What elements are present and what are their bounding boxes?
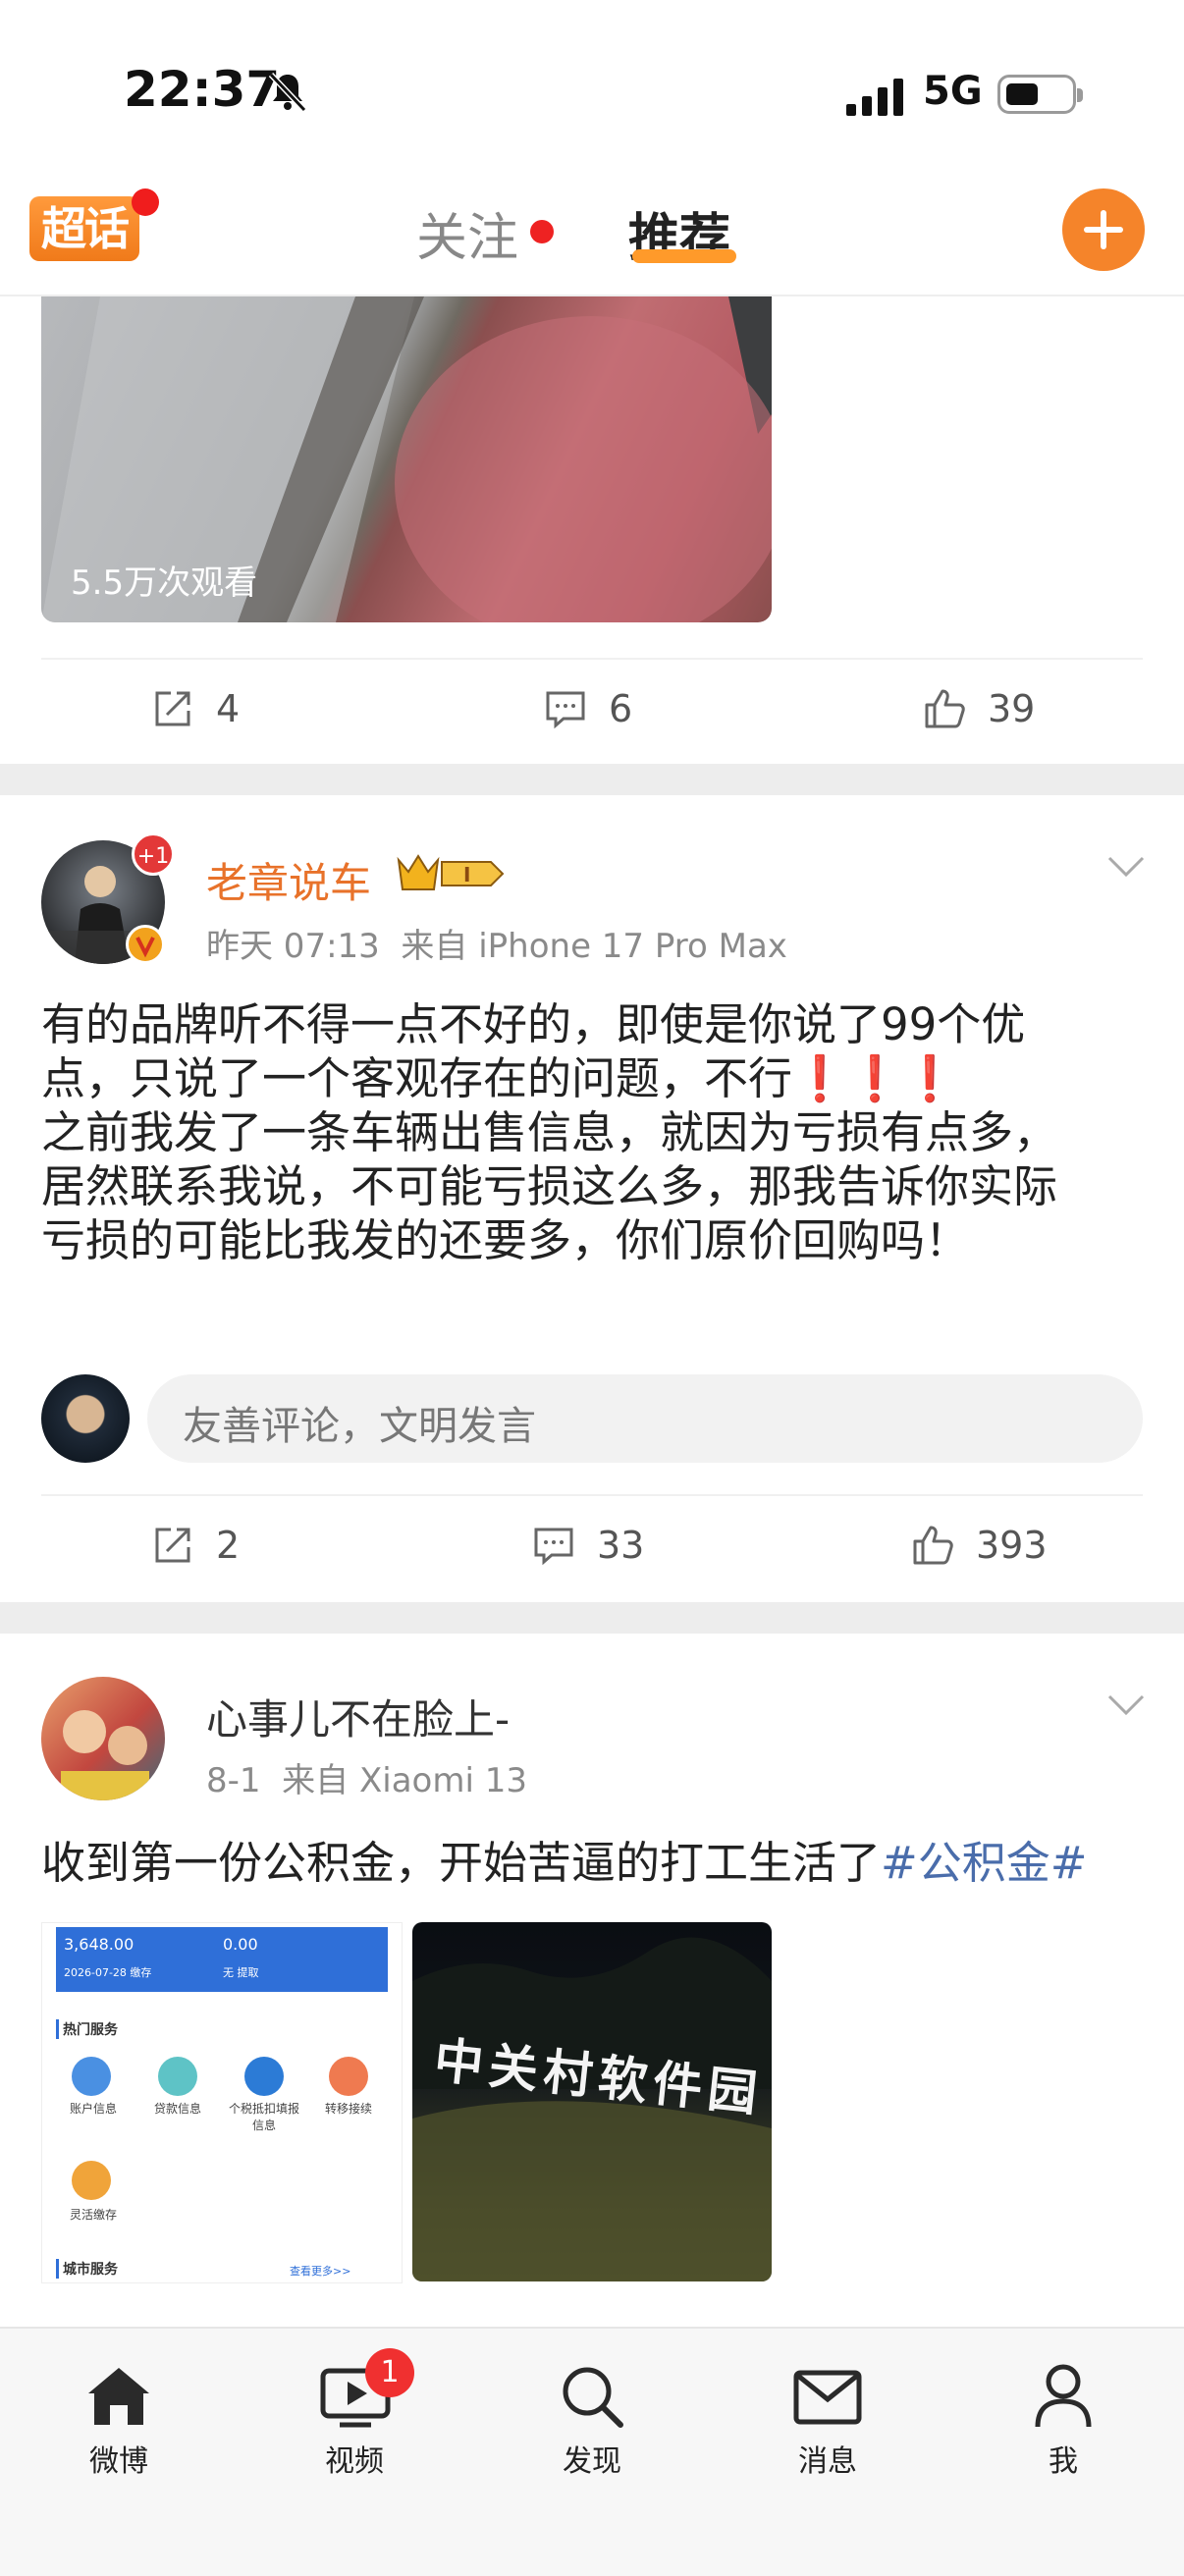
post-image-screenshot[interactable]: 3,648.00 0.00 2026-07-28 缴存 无 提取 热门服务 账户… <box>41 1922 403 2283</box>
status-bar: 22:37 5G <box>0 0 1184 187</box>
service-label: 账户信息 <box>69 2102 117 2116</box>
post-author-name[interactable]: 心事儿不在脸上- <box>206 1687 510 1746</box>
avatar-photo <box>61 1710 149 1800</box>
service-label: 灵活缴存 <box>69 2208 117 2222</box>
account-info-icon <box>72 2057 111 2096</box>
post-separator <box>0 1602 1184 1634</box>
tab-video[interactable]: 视频 1 <box>293 2348 416 2482</box>
divider <box>41 1494 1143 1496</box>
bottom-tab-bar: 微博 视频 1 发现 消息 我 <box>0 2327 1184 2576</box>
like-count: 393 <box>976 1524 1048 1567</box>
comment-placeholder: 友善评论，文明发言 <box>183 1404 536 1449</box>
balance-value: 3,648.00 <box>64 1935 135 1954</box>
service-label: 贷款信息 <box>153 2102 201 2116</box>
transfer-icon <box>329 2057 368 2096</box>
avatar[interactable] <box>41 1677 165 1800</box>
post-body-line: 有的品牌听不得一点不好的，即使是你说了99个优 <box>41 998 1026 1050</box>
chevron-down-icon[interactable] <box>1107 1694 1145 1716</box>
battery-icon <box>997 75 1083 114</box>
user-icon <box>1035 2364 1092 2428</box>
more-link: 查看更多>> <box>290 2265 351 2278</box>
comment-count: 33 <box>597 1524 645 1567</box>
post-image-photo[interactable]: 中关村软件园 <box>412 1922 772 2281</box>
tab-messages[interactable]: 消息 <box>766 2348 889 2482</box>
comment-icon <box>534 1528 573 1566</box>
repost-count: 4 <box>216 687 241 730</box>
chevron-down-icon[interactable] <box>1107 856 1145 878</box>
post-body-line: 之前我发了一条车辆出售信息，就因为亏损有点多， <box>41 1106 1058 1158</box>
active-tab-indicator <box>632 249 736 263</box>
status-time: 22:37 <box>124 61 281 118</box>
flexible-deposit-icon <box>72 2161 111 2200</box>
post-body-line: 点，只说了一个客观存在的问题，不行❗❗❗ <box>41 1052 958 1104</box>
search-icon <box>563 2367 623 2428</box>
video-notification-badge: 1 <box>365 2348 414 2397</box>
post-body: 有的品牌听不得一点不好的，即使是你说了99个优 点，只说了一个客观存在的问题，不… <box>41 997 1151 1267</box>
repost-icon <box>155 691 190 726</box>
post-body-line: 居然联系我说，不可能亏损这么多，那我告诉你实际 <box>41 1160 1058 1212</box>
tax-deduction-icon <box>244 2057 284 2096</box>
post-meta: 8-1 来自 Xiaomi 13 <box>206 1753 527 1801</box>
network-label: 5G <box>923 69 983 114</box>
like-count: 39 <box>988 687 1036 730</box>
avatar-plus-badge: +1 <box>132 832 175 876</box>
bell-muted-icon <box>268 72 307 113</box>
tab-following-dot <box>530 220 554 243</box>
comment-input[interactable]: 友善评论，文明发言 <box>147 1374 1143 1463</box>
compose-button[interactable] <box>1062 188 1145 271</box>
post-separator <box>0 764 1184 795</box>
post-body: 收到第一份公积金，开始苦逼的打工生活了#公积金# <box>41 1836 1151 1890</box>
signal-icon <box>846 79 903 116</box>
loan-info-icon <box>158 2057 197 2096</box>
vip-crown-icon: I <box>397 854 505 890</box>
video-view-count: 5.5万次观看 <box>71 564 258 603</box>
tab-label: 消息 <box>798 2444 857 2479</box>
tab-weibo[interactable]: 微博 <box>57 2348 181 2482</box>
service-label: 个税抵扣填报信息 <box>228 2102 299 2132</box>
divider <box>41 658 1143 660</box>
post-body-line: 亏损的可能比我发的还要多，你们原价回购吗！ <box>41 1214 970 1266</box>
post-time: 昨天 07:13 <box>206 927 380 966</box>
notification-dot <box>132 188 159 216</box>
tab-label: 视频 <box>325 2444 384 2479</box>
repost-icon <box>155 1528 190 1563</box>
city-services-title: 城市服务 <box>56 2259 118 2279</box>
tab-label: 我 <box>1049 2444 1078 2479</box>
tab-following[interactable]: 关注 <box>416 196 518 270</box>
tab-label: 发现 <box>563 2444 621 2479</box>
thumbs-up-icon <box>913 1526 953 1565</box>
comment-count: 6 <box>609 687 633 730</box>
hashtag-link[interactable]: #公积金# <box>881 1837 1087 1889</box>
comment-icon <box>546 691 585 729</box>
withdraw-note: 无 提取 <box>223 1966 259 1979</box>
post-body-text: 收到第一份公积金，开始苦逼的打工生活了 <box>41 1837 882 1889</box>
post-time: 8-1 <box>206 1761 261 1800</box>
service-label: 转移接续 <box>324 2102 372 2116</box>
hot-services-title: 热门服务 <box>56 2019 118 2039</box>
svg-text:I: I <box>463 863 470 886</box>
my-avatar[interactable] <box>41 1374 130 1463</box>
tab-discover[interactable]: 发现 <box>530 2348 654 2482</box>
supertopic-logo[interactable]: 超话 <box>29 196 139 261</box>
tab-me[interactable]: 我 <box>1001 2348 1125 2482</box>
tab-label: 微博 <box>89 2444 148 2479</box>
post-source: 来自 iPhone 17 Pro Max <box>401 927 787 966</box>
post-author-name[interactable]: 老章说车 <box>206 850 371 910</box>
repost-count: 2 <box>216 1524 241 1567</box>
balance-panel: 3,648.00 0.00 2026-07-28 缴存 无 提取 <box>56 1927 388 1992</box>
amount-value: 0.00 <box>223 1935 258 1954</box>
verified-badge-icon <box>126 925 165 964</box>
mail-icon <box>793 2370 862 2425</box>
post-meta: 昨天 07:13 来自 iPhone 17 Pro Max <box>206 919 787 967</box>
home-icon <box>88 2368 149 2425</box>
thumbs-up-icon <box>925 689 965 728</box>
deposit-date: 2026-07-28 缴存 <box>64 1966 152 1979</box>
post-source: 来自 Xiaomi 13 <box>282 1761 527 1800</box>
